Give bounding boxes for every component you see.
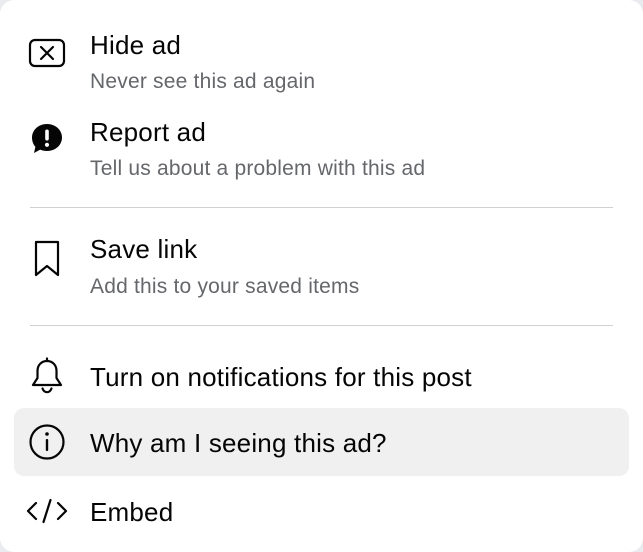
menu-item-hide-ad[interactable]: Hide ad Never see this ad again [14, 22, 629, 106]
menu-divider [30, 325, 613, 326]
bookmark-icon [26, 238, 68, 280]
info-icon [26, 421, 68, 463]
report-alert-icon [26, 118, 68, 160]
menu-item-turn-on-notifications[interactable]: Turn on notifications for this post [14, 344, 629, 408]
menu-item-title: Report ad [90, 117, 206, 147]
code-icon [26, 490, 68, 532]
menu-item-title: Save link [90, 234, 198, 264]
menu-item-embed[interactable]: Embed [14, 478, 629, 544]
close-box-icon [26, 32, 68, 74]
menu-item-subtitle: Tell us about a problem with this ad [90, 157, 426, 180]
menu-item-title: Embed [90, 497, 174, 527]
menu-item-report-ad[interactable]: Report ad Tell us about a problem with t… [14, 108, 629, 192]
post-options-menu: Hide ad Never see this ad again Report a… [0, 0, 643, 552]
menu-item-why-am-i-seeing-this-ad[interactable]: Why am I seeing this ad? [14, 408, 629, 476]
menu-item-save-link[interactable]: Save link Add this to your saved items [14, 224, 629, 312]
menu-item-title: Hide ad [90, 30, 182, 60]
menu-item-title: Turn on notifications for this post [90, 362, 472, 392]
menu-item-title: Why am I seeing this ad? [90, 428, 387, 458]
menu-item-subtitle: Add this to your saved items [90, 275, 360, 298]
bell-icon [26, 355, 68, 397]
menu-item-subtitle: Never see this ad again [90, 70, 316, 93]
menu-divider [30, 207, 613, 208]
